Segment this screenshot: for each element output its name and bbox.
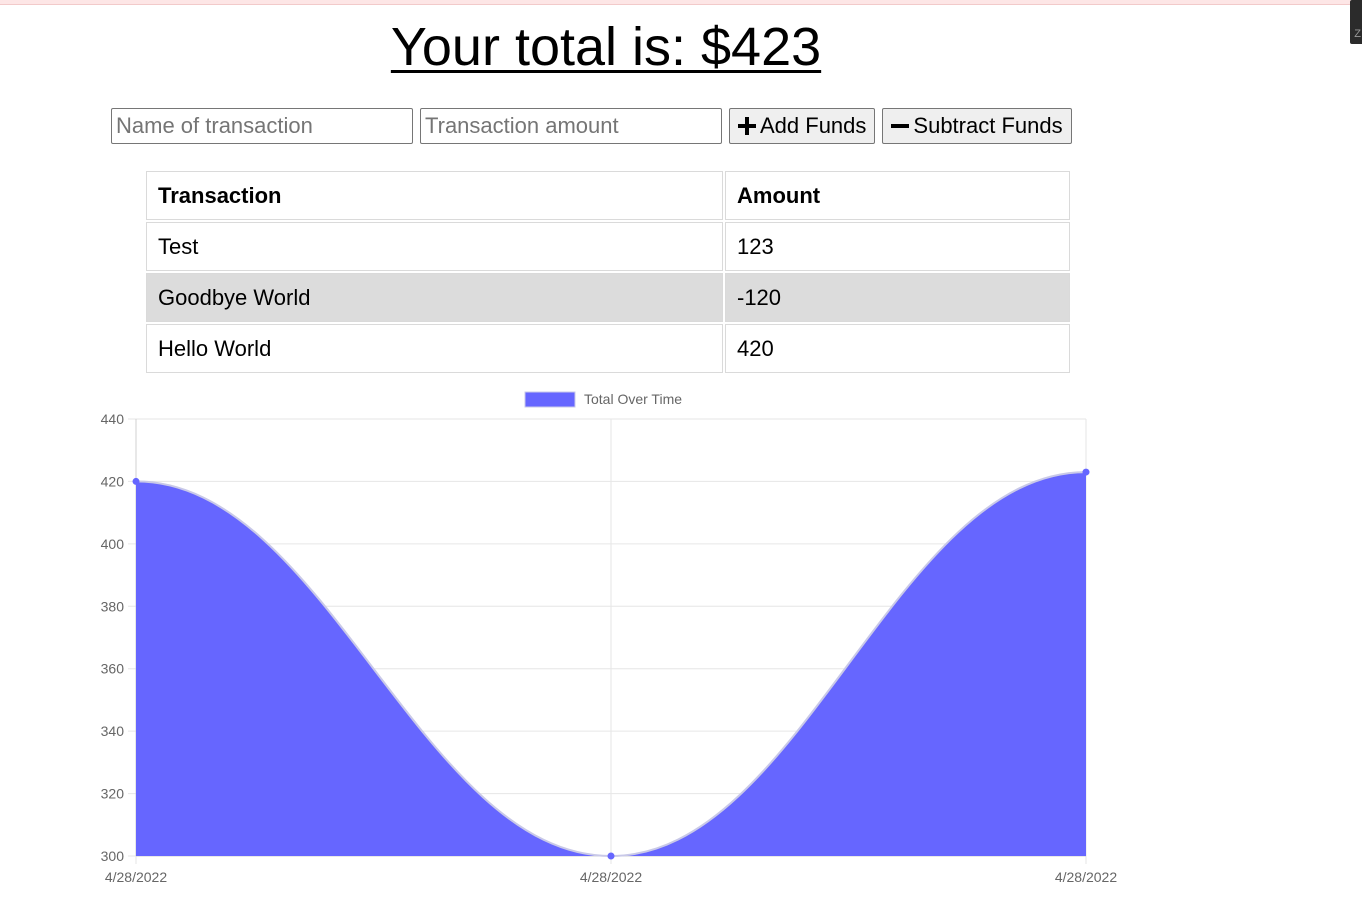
corner-letter: Z [1354, 28, 1361, 40]
add-funds-label: Add Funds [760, 113, 867, 138]
transaction-name-cell: Test [146, 222, 723, 271]
data-point [132, 477, 140, 485]
legend-label: Total Over Time [584, 391, 682, 407]
table-row: Test 123 [146, 222, 1070, 271]
page-title: Your total is: $423 [390, 17, 822, 77]
transaction-name-cell: Hello World [146, 324, 723, 373]
table-row: Hello World 420 [146, 324, 1070, 373]
data-point [1082, 468, 1090, 476]
table-header-row: Transaction Amount [146, 171, 1070, 220]
table-row: Goodbye World -120 [146, 273, 1070, 322]
y-tick-label: 320 [101, 786, 125, 802]
top-browser-strip [0, 0, 1362, 5]
x-tick-label: 4/28/2022 [1055, 869, 1117, 885]
transaction-amount-cell: 420 [725, 324, 1070, 373]
transaction-name-cell: Goodbye World [146, 273, 723, 322]
minus-icon [891, 124, 910, 128]
column-header-transaction: Transaction [146, 171, 723, 220]
transaction-form: Add Funds Subtract Funds [111, 108, 1079, 144]
transaction-amount-cell: -120 [725, 273, 1070, 322]
subtract-funds-button[interactable]: Subtract Funds [882, 108, 1072, 144]
legend-swatch [524, 391, 576, 408]
y-tick-label: 300 [101, 848, 125, 864]
transactions-table: Transaction Amount Test 123 Goodbye Worl… [144, 169, 1072, 375]
total-over-time-chart: 300 320 340 360 380 400 420 440 4/28/2022 4/28/20… [0, 385, 1200, 895]
transaction-name-input[interactable] [111, 108, 413, 144]
transaction-amount-cell: 123 [725, 222, 1070, 271]
column-header-amount: Amount [725, 171, 1070, 220]
x-tick-label: 4/28/2022 [105, 869, 167, 885]
plus-icon [738, 117, 756, 135]
y-tick-label: 380 [101, 598, 125, 614]
y-tick-label: 360 [101, 661, 125, 677]
transaction-amount-input[interactable] [420, 108, 722, 144]
y-tick-label: 440 [101, 411, 125, 427]
y-tick-label: 400 [101, 536, 125, 552]
subtract-funds-label: Subtract Funds [913, 113, 1063, 138]
y-tick-label: 420 [101, 473, 125, 489]
chart-canvas: 300 320 340 360 380 400 420 440 4/28/2022 4/28/20… [101, 391, 1118, 885]
y-tick-label: 340 [101, 723, 125, 739]
add-funds-button[interactable]: Add Funds [729, 108, 876, 144]
data-point [607, 852, 615, 860]
x-tick-label: 4/28/2022 [580, 869, 642, 885]
corner-overlay: Z [1350, 0, 1362, 44]
